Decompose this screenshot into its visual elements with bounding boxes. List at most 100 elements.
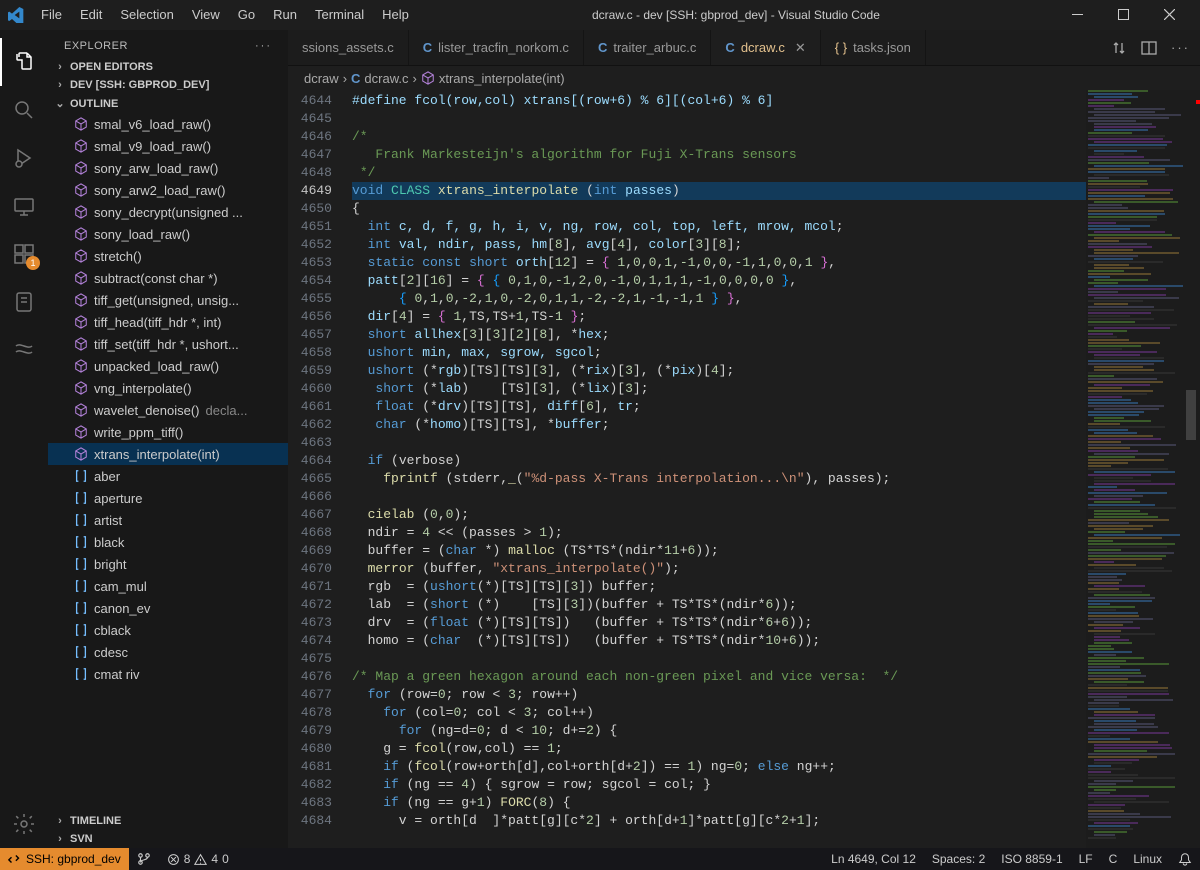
code-line[interactable]: ushort min, max, sgrow, sgcol; — [352, 344, 1086, 362]
outline-item[interactable]: unpacked_load_raw() — [48, 355, 288, 377]
code-line[interactable]: g = fcol(row,col) == 1; — [352, 740, 1086, 758]
code-line[interactable]: short allhex[3][3][2][8], *hex; — [352, 326, 1086, 344]
code-line[interactable]: int c, d, f, g, h, i, v, ng, row, col, t… — [352, 218, 1086, 236]
code-line[interactable]: for (row=0; row < 3; row++) — [352, 686, 1086, 704]
code-line[interactable] — [352, 434, 1086, 452]
code-line[interactable]: lab = (short (*) [TS][3])(buffer + TS*TS… — [352, 596, 1086, 614]
activity-settings[interactable] — [0, 800, 48, 848]
outline-item[interactable]: cmat riv — [48, 663, 288, 685]
code-line[interactable]: dir[4] = { 1,TS,TS+1,TS-1 }; — [352, 308, 1086, 326]
outline-item[interactable]: canon_ev — [48, 597, 288, 619]
outline-item[interactable]: sony_arw2_load_raw() — [48, 179, 288, 201]
breadcrumb[interactable]: dcraw › C dcraw.c › xtrans_interpolate(i… — [288, 66, 1200, 90]
code-line[interactable]: patt[2][16] = { { 0,1,0,-1,2,0,-1,0,1,1,… — [352, 272, 1086, 290]
outline-item[interactable]: aperture — [48, 487, 288, 509]
code-line[interactable]: v = orth[d ]*patt[g][c*2] + orth[d+1]*pa… — [352, 812, 1086, 830]
status-encoding[interactable]: ISO 8859-1 — [993, 852, 1070, 866]
code-line[interactable]: /* — [352, 128, 1086, 146]
outline-item[interactable]: sony_decrypt(unsigned ... — [48, 201, 288, 223]
scrollbar-thumb[interactable] — [1186, 390, 1196, 440]
code-line[interactable]: ushort (*rgb)[TS][TS][3], (*rix)[3], (*p… — [352, 362, 1086, 380]
tab[interactable]: Clister_tracfin_norkom.c — [409, 30, 584, 65]
code-line[interactable]: for (ng=d=0; d < 10; d+=2) { — [352, 722, 1086, 740]
outline-item[interactable]: black — [48, 531, 288, 553]
code-line[interactable]: /* Map a green hexagon around each non-g… — [352, 668, 1086, 686]
menu-view[interactable]: View — [183, 3, 229, 26]
menu-help[interactable]: Help — [373, 3, 418, 26]
code-line[interactable] — [352, 110, 1086, 128]
section-svn[interactable]: › SVN — [48, 830, 288, 848]
section-outline[interactable]: ⌄ OUTLINE — [48, 94, 288, 113]
outline-item[interactable]: sony_load_raw() — [48, 223, 288, 245]
tab[interactable]: Cdcraw.c✕ — [711, 30, 820, 65]
outline-item[interactable]: wavelet_denoise() decla... — [48, 399, 288, 421]
code-line[interactable]: fprintf (stderr,_("%d-pass X-Trans inter… — [352, 470, 1086, 488]
activity-explorer[interactable] — [0, 38, 48, 86]
status-bell-icon[interactable] — [1170, 852, 1200, 866]
minimap[interactable] — [1086, 90, 1196, 848]
code-line[interactable] — [352, 488, 1086, 506]
status-problems[interactable]: 8 4 0 — [159, 852, 237, 866]
tab[interactable]: { }tasks.json — [821, 30, 926, 65]
activity-testing[interactable] — [0, 278, 48, 326]
code-line[interactable]: merror (buffer, "xtrans_interpolate()"); — [352, 560, 1086, 578]
status-spaces[interactable]: Spaces: 2 — [924, 852, 993, 866]
activity-search[interactable] — [0, 86, 48, 134]
code-line[interactable] — [352, 650, 1086, 668]
vertical-scrollbar[interactable] — [1186, 90, 1196, 848]
outline-item[interactable]: cblack — [48, 619, 288, 641]
code-editor[interactable]: #define fcol(row,col) xtrans[(row+6) % 6… — [344, 90, 1086, 848]
outline-item[interactable]: cdesc — [48, 641, 288, 663]
menu-selection[interactable]: Selection — [111, 3, 182, 26]
code-line[interactable]: if (ng == 4) { sgrow = row; sgcol = col;… — [352, 776, 1086, 794]
outline-item[interactable]: sony_arw_load_raw() — [48, 157, 288, 179]
section-timeline[interactable]: › TIMELINE — [48, 812, 288, 830]
outline-item[interactable]: tiff_get(unsigned, unsig... — [48, 289, 288, 311]
code-line[interactable]: { — [352, 200, 1086, 218]
status-branch[interactable] — [129, 852, 159, 866]
breadcrumb-symbol[interactable]: xtrans_interpolate(int) — [439, 71, 565, 86]
code-line[interactable]: if (ng == g+1) FORC(8) { — [352, 794, 1086, 812]
more-icon[interactable]: ··· — [1171, 40, 1190, 55]
outline-item[interactable]: write_ppm_tiff() — [48, 421, 288, 443]
activity-debug[interactable] — [0, 134, 48, 182]
code-line[interactable]: static const short orth[12] = { 1,0,0,1,… — [352, 254, 1086, 272]
outline-item[interactable]: bright — [48, 553, 288, 575]
menu-edit[interactable]: Edit — [71, 3, 111, 26]
code-line[interactable]: */ — [352, 164, 1086, 182]
section-open-editors[interactable]: › OPEN EDITORS — [48, 58, 288, 76]
minimize-button[interactable] — [1054, 0, 1100, 30]
outline-item[interactable]: tiff_head(tiff_hdr *, int) — [48, 311, 288, 333]
outline-item[interactable]: subtract(const char *) — [48, 267, 288, 289]
activity-misc[interactable] — [0, 326, 48, 374]
code-line[interactable]: if (fcol(row+orth[d],col+orth[d+2]) == 1… — [352, 758, 1086, 776]
code-line[interactable]: short (*lab) [TS][3], (*lix)[3]; — [352, 380, 1086, 398]
compare-icon[interactable] — [1111, 40, 1127, 56]
code-line[interactable]: float (*drv)[TS][TS], diff[6], tr; — [352, 398, 1086, 416]
tab[interactable]: Ctraiter_arbuc.c — [584, 30, 711, 65]
code-line[interactable]: int val, ndir, pass, hm[8], avg[4], colo… — [352, 236, 1086, 254]
section-folder[interactable]: › DEV [SSH: GBPROD_DEV] — [48, 76, 288, 94]
outline-item[interactable]: smal_v9_load_raw() — [48, 135, 288, 157]
outline-item[interactable]: xtrans_interpolate(int) — [48, 443, 288, 465]
tab[interactable]: ssions_assets.c — [288, 30, 409, 65]
status-language[interactable]: C — [1101, 852, 1126, 866]
outline-item[interactable]: vng_interpolate() — [48, 377, 288, 399]
code-line[interactable]: #define fcol(row,col) xtrans[(row+6) % 6… — [352, 92, 1086, 110]
menu-go[interactable]: Go — [229, 3, 264, 26]
status-os[interactable]: Linux — [1125, 852, 1170, 866]
maximize-button[interactable] — [1100, 0, 1146, 30]
code-line[interactable]: if (verbose) — [352, 452, 1086, 470]
tab-close-icon[interactable]: ✕ — [795, 40, 806, 56]
outline-item[interactable]: stretch() — [48, 245, 288, 267]
menu-run[interactable]: Run — [264, 3, 306, 26]
close-button[interactable] — [1146, 0, 1192, 30]
menu-terminal[interactable]: Terminal — [306, 3, 373, 26]
outline-item[interactable]: artist — [48, 509, 288, 531]
code-line[interactable]: char (*homo)[TS][TS], *buffer; — [352, 416, 1086, 434]
code-line[interactable]: homo = (char (*)[TS][TS]) (buffer + TS*T… — [352, 632, 1086, 650]
status-remote[interactable]: SSH: gbprod_dev — [0, 848, 129, 870]
code-line[interactable]: cielab (0,0); — [352, 506, 1086, 524]
code-line[interactable]: for (col=0; col < 3; col++) — [352, 704, 1086, 722]
code-line[interactable]: ndir = 4 << (passes > 1); — [352, 524, 1086, 542]
